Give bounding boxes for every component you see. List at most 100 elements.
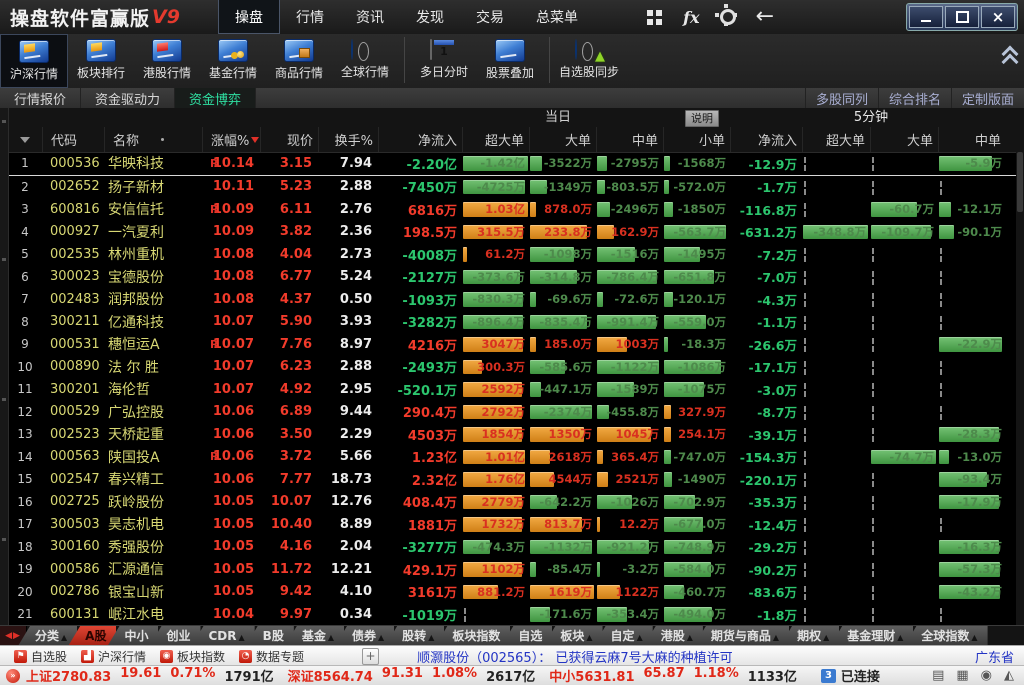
menu-item-2[interactable]: 资讯: [340, 0, 400, 34]
right-tab-0[interactable]: 多股同列: [805, 88, 878, 108]
cell-day-netflow: 198.5万: [378, 221, 462, 244]
status-shortcut-0[interactable]: ⚑自选股: [14, 648, 67, 665]
flow-value: -460.7万: [673, 581, 726, 604]
cell-code: 300201: [42, 378, 104, 401]
keyboard-icon[interactable]: ▤: [932, 668, 944, 683]
back-arrow-icon[interactable]: ←: [756, 7, 774, 27]
table-row[interactable]: 15002547春兴精工10.067.7718.732.32亿1.76亿4544…: [8, 468, 1016, 491]
cell-code: 300023: [42, 266, 104, 289]
add-news-button[interactable]: +: [362, 648, 379, 665]
header-day-super[interactable]: 超大单: [462, 127, 529, 152]
header-day-mid[interactable]: 中单: [596, 127, 663, 152]
toolbar-multiday-chart[interactable]: 1多日分时: [411, 34, 477, 86]
view-tab-1[interactable]: 资金驱动力: [81, 88, 175, 108]
status-shortcut-2[interactable]: ◉板块指数: [160, 648, 225, 665]
satellite-icon[interactable]: ◉: [981, 668, 992, 683]
cell-turnover: 5.66: [318, 446, 378, 469]
table-row[interactable]: 11300201海伦哲10.074.922.95-520.1万2592万-447…: [8, 378, 1016, 401]
menu-item-1[interactable]: 行情: [280, 0, 340, 34]
market-tab-9[interactable]: 板块指数: [435, 626, 510, 646]
table-row[interactable]: 12000529广弘控股10.066.899.44290.4万2792万-237…: [8, 401, 1016, 424]
layout-grid-icon[interactable]: [647, 10, 653, 16]
app-version: V9: [152, 6, 180, 28]
monitor-icon[interactable]: ▦: [956, 668, 968, 683]
header-5min-large[interactable]: 大单: [870, 127, 938, 152]
header-5min-super[interactable]: 超大单: [802, 127, 870, 152]
close-button[interactable]: ×: [981, 6, 1015, 28]
table-row[interactable]: 6300023宝德股份10.086.775.24-2127万-373.6万-31…: [8, 266, 1016, 289]
table-row[interactable]: 16002725跃岭股份10.0510.0712.76408.4万2779万-6…: [8, 491, 1016, 514]
vertical-scrollbar[interactable]: [1016, 108, 1024, 625]
table-row[interactable]: 2002652扬子新材10.115.232.88-7450万-4725万-134…: [8, 176, 1016, 199]
right-tab-1[interactable]: 综合排名: [878, 88, 951, 108]
flow-value: -13.0万: [957, 446, 1002, 469]
header-day-large[interactable]: 大单: [529, 127, 596, 152]
status-shortcut-1[interactable]: ▟沪深行情: [81, 648, 146, 665]
view-tab-2[interactable]: 资金博弈: [175, 88, 256, 108]
header-day-small[interactable]: 小单: [663, 127, 730, 152]
right-tab-2[interactable]: 定制版面: [951, 88, 1024, 108]
collapse-toolbar-button[interactable]: [1004, 48, 1016, 64]
toolbar-watchlist-sync[interactable]: ▲自选股同步: [556, 34, 622, 86]
table-row[interactable]: 18300160秀强股份10.054.162.04-3277万-474.3万-1…: [8, 536, 1016, 559]
table-row[interactable]: 5002535林州重机10.084.042.73-4008万61.2万-1098…: [8, 243, 1016, 266]
scrollbar-thumb[interactable]: [1017, 152, 1023, 212]
formula-fx-icon[interactable]: fx: [683, 8, 699, 27]
menu-item-0[interactable]: 操盘: [218, 0, 280, 34]
market-tab-17[interactable]: 全球指数▲: [904, 626, 987, 646]
table-row[interactable]: 1000536华映科技10.14R3.157.94-2.20亿-1.42亿-35…: [8, 152, 1016, 176]
alert-icon[interactable]: ◭: [1004, 668, 1014, 683]
toolbar-commodity-market[interactable]: 商品行情: [266, 34, 332, 86]
table-row[interactable]: 14000563陕国投A10.06R3.725.661.23亿1.01亿2618…: [8, 446, 1016, 469]
toolbar-hk-market[interactable]: 港股行情: [134, 34, 200, 86]
cell-5min-large: [870, 176, 938, 199]
table-row[interactable]: 7002483润邦股份10.084.370.50-1093万-830.3万-69…: [8, 288, 1016, 311]
header-5min-mid[interactable]: 中单: [938, 127, 1006, 152]
table-row[interactable]: 21600131岷江水电10.049.970.34-1019万-171.6万-3…: [8, 603, 1016, 626]
toolbar-stock-overlay[interactable]: 股票叠加: [477, 34, 543, 86]
header-name[interactable]: 名称: [104, 127, 202, 152]
table-row[interactable]: 9000531穗恒运A10.07R7.768.974216万3047万185.0…: [8, 333, 1016, 356]
table-row[interactable]: 17300503昊志机电10.0510.408.891881万1732万813.…: [8, 513, 1016, 536]
menu-item-5[interactable]: 总菜单: [520, 0, 594, 34]
header-code[interactable]: 代码: [42, 127, 104, 152]
market-tab-14[interactable]: 期货与商品▲: [694, 626, 789, 646]
minimize-button[interactable]: [909, 6, 943, 28]
table-row[interactable]: 10000890法 尔 胜10.076.232.88-2493万300.3万-5…: [8, 356, 1016, 379]
table-row[interactable]: 4000927一汽夏利10.093.822.36198.5万315.5万233.…: [8, 221, 1016, 244]
settings-gear-icon[interactable]: [720, 9, 736, 25]
maximize-button[interactable]: [945, 6, 979, 28]
table-row[interactable]: 8300211亿通科技10.075.903.93-3282万-896.4万-83…: [8, 311, 1016, 334]
toolbar-hs-market[interactable]: 沪深行情: [0, 34, 68, 88]
toolbar-fund-market[interactable]: 基金行情: [200, 34, 266, 86]
header-change-pct[interactable]: 涨幅%: [202, 127, 260, 152]
market-tab-16[interactable]: 基金理财▲: [830, 626, 913, 646]
market-tab-4[interactable]: CDR▲: [192, 626, 255, 646]
left-marker-strip[interactable]: [0, 108, 9, 625]
toolbar-sector-rank[interactable]: 板块排行: [68, 34, 134, 86]
header-price[interactable]: 现价: [260, 127, 318, 152]
menu-item-3[interactable]: 发现: [400, 0, 460, 34]
menu-item-4[interactable]: 交易: [460, 0, 520, 34]
flow-bar: [530, 562, 536, 577]
region-label[interactable]: 广东省: [975, 647, 1014, 666]
header-row-selector[interactable]: [8, 127, 42, 152]
status-shortcut-3[interactable]: ◔数据专题: [239, 648, 304, 665]
table-row[interactable]: 3600816安信信托10.09R6.112.766816万1.03亿878.0…: [8, 198, 1016, 221]
table-row[interactable]: 13002523天桥起重10.063.502.294503万1854万1350万…: [8, 423, 1016, 446]
table-row[interactable]: 19000586汇源通信10.0511.7212.21429.1万1102万-8…: [8, 558, 1016, 581]
zero-axis-dash: [872, 383, 874, 389]
cell-5min-netflow: -154.3万: [730, 446, 802, 469]
header-turnover[interactable]: 换手%: [318, 127, 378, 152]
news-ticker[interactable]: 顺灏股份（002565）： 已获得云麻7号大麻的种植许可: [417, 647, 733, 666]
note-button[interactable]: 说明: [685, 110, 719, 127]
table-row[interactable]: 20002786银宝山新10.059.424.103161万881.2万1619…: [8, 581, 1016, 604]
flow-value: -90.1万: [957, 221, 1002, 244]
header-day-netflow[interactable]: 净流入: [378, 127, 462, 152]
view-tab-0[interactable]: 行情报价: [0, 88, 81, 108]
index-quotes: 上证2780.8319.610.71%1791亿深证8564.7491.311.…: [26, 666, 811, 685]
toolbar-global-market[interactable]: 全球行情: [332, 34, 398, 86]
market-status-icon[interactable]: »: [6, 669, 20, 683]
header-5min-netflow[interactable]: 净流入: [730, 127, 802, 152]
cell-row-number: 21: [8, 603, 42, 626]
